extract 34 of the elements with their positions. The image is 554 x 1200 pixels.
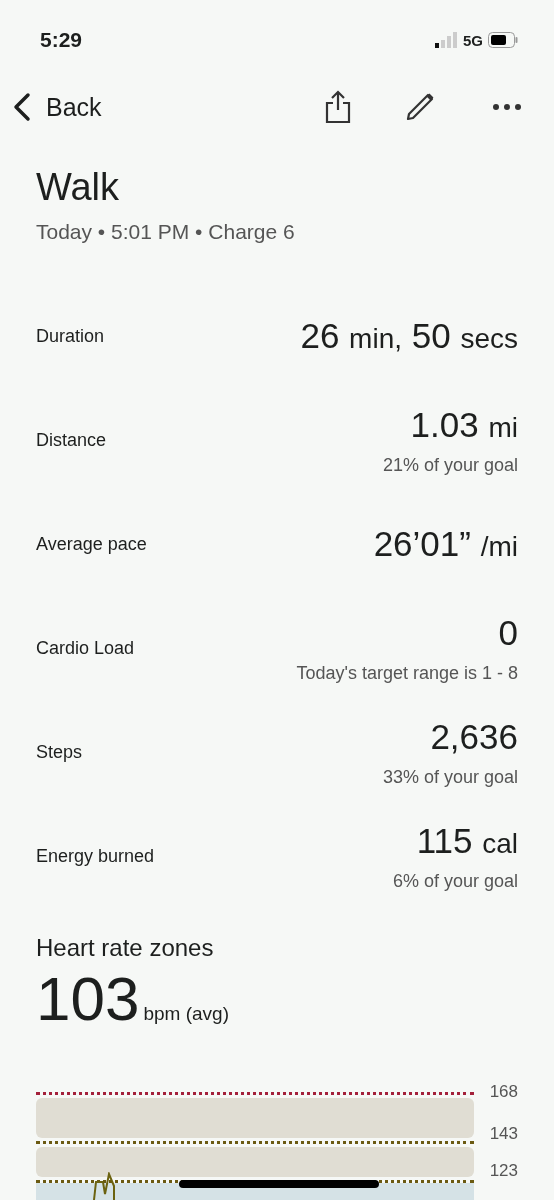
zone-tick: 143: [489, 1124, 518, 1144]
goal-note: 33% of your goal: [382, 766, 518, 788]
share-icon[interactable]: [324, 90, 352, 124]
heart-rate-unit: bpm (avg): [143, 1003, 229, 1025]
status-time: 5:29: [40, 28, 84, 52]
metric-value: 1.03 mi: [409, 404, 518, 445]
chevron-icon: [12, 92, 32, 122]
signal-icon: [435, 32, 458, 48]
zone-tick: 168: [489, 1082, 518, 1102]
battery-icon: [488, 32, 518, 48]
activity-title: Walk: [36, 165, 121, 210]
average-heart-rate: 103: [36, 964, 140, 1034]
heart-rate-line: [92, 1172, 116, 1200]
metric-label: Steps: [36, 741, 83, 763]
goal-note: 6% of your goal: [392, 870, 518, 892]
metric-value: 26 min, 50 secs: [300, 316, 518, 356]
zone-tick: 123: [489, 1161, 518, 1181]
back-button[interactable]: Back: [12, 92, 102, 122]
metric-label: Energy burned: [36, 845, 155, 867]
metric-label: Distance: [36, 429, 107, 451]
metric-label: Cardio Load: [36, 637, 135, 659]
more-icon[interactable]: [492, 103, 522, 111]
activity-subtitle: Today • 5:01 PM • Charge 6: [36, 220, 296, 244]
metric-value: 0: [497, 612, 518, 653]
metric-label: Average pace: [36, 533, 147, 555]
network-label: 5G: [463, 31, 483, 49]
section-heading: Heart rate zones: [36, 934, 215, 962]
pencil-icon[interactable]: [404, 91, 436, 123]
metric-value: 115 cal: [415, 820, 518, 861]
goal-note: 21% of your goal: [382, 454, 518, 476]
metric-label: Duration: [36, 325, 105, 347]
metric-value: 2,636: [429, 716, 518, 757]
goal-note: Today's target range is 1 - 8: [296, 662, 518, 684]
metric-value: 26’01” /mi: [373, 524, 518, 564]
